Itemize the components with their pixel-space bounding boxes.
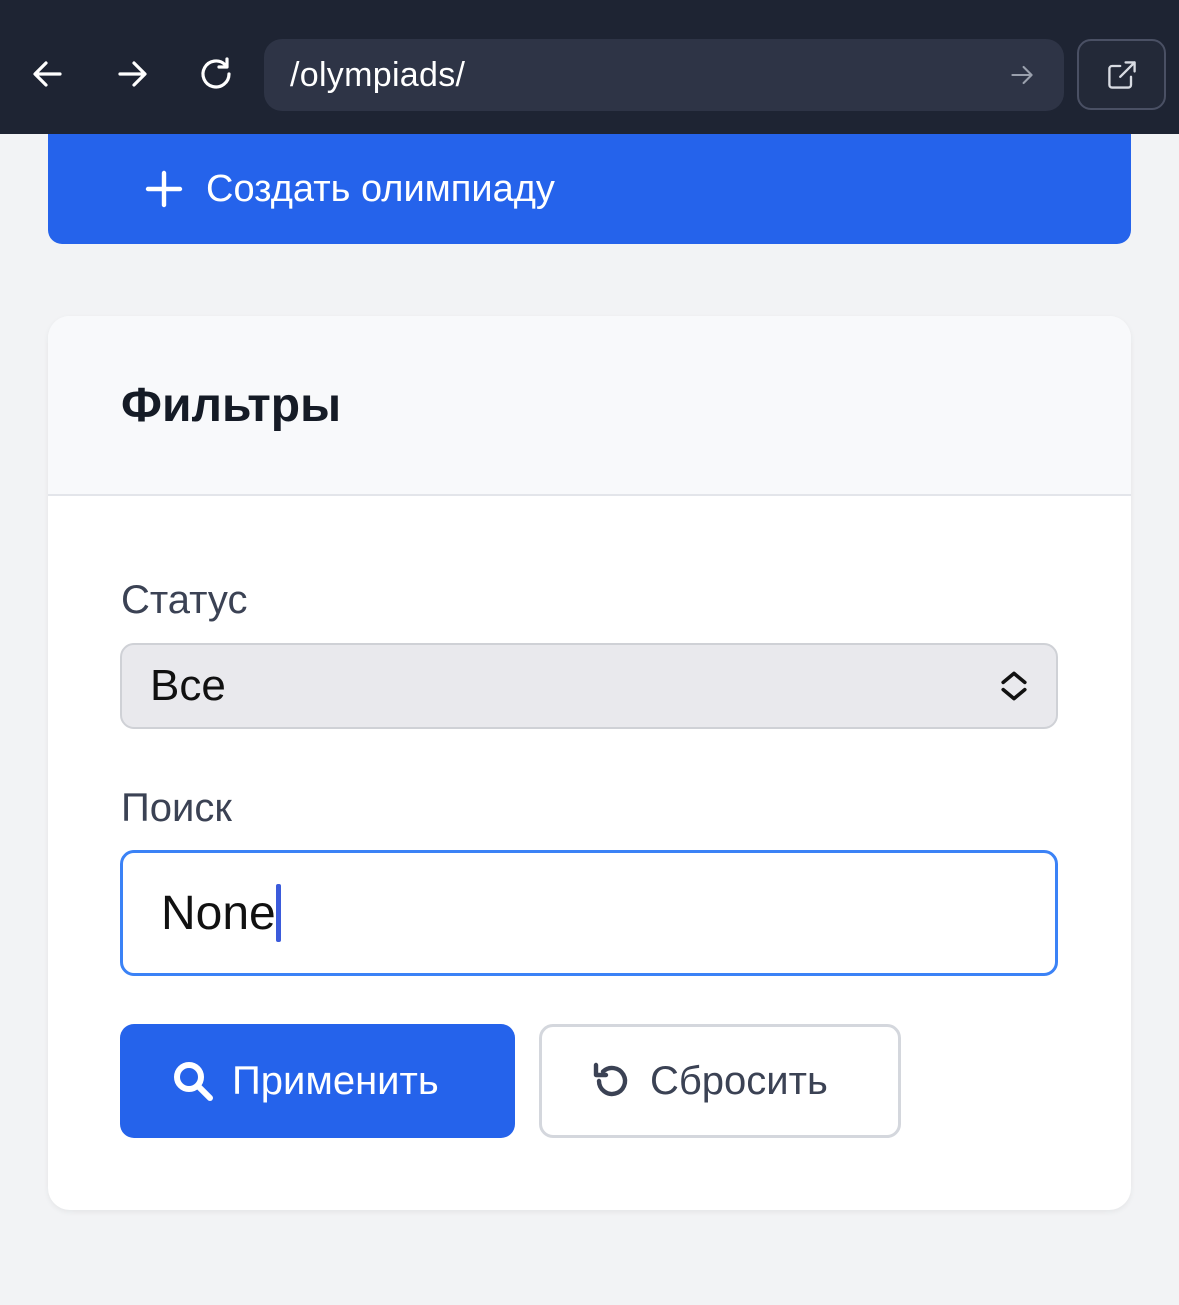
apply-button[interactable]: Применить <box>120 1024 515 1138</box>
reload-button[interactable] <box>186 44 246 104</box>
create-olympiad-button[interactable]: Создать олимпиаду <box>48 134 1131 244</box>
search-icon <box>170 1058 216 1104</box>
status-select[interactable]: Все <box>120 643 1058 729</box>
url-go-arrow-icon[interactable] <box>1002 55 1042 95</box>
filters-header: Фильтры <box>48 316 1131 496</box>
url-text: /olympiads/ <box>290 55 466 94</box>
chevron-up-down-icon <box>994 666 1034 706</box>
reload-icon <box>201 57 231 89</box>
status-select-value: Все <box>150 661 226 710</box>
apply-button-label: Применить <box>232 1058 439 1103</box>
create-olympiad-label: Создать олимпиаду <box>206 167 555 210</box>
filters-card: Фильтры Статус Все Поиск None Применить <box>48 316 1131 1210</box>
external-link-icon <box>1107 60 1136 89</box>
arrow-right-icon <box>118 61 147 87</box>
search-input-value: None <box>161 886 276 940</box>
status-label: Статус <box>121 578 248 622</box>
back-button[interactable] <box>18 44 78 104</box>
open-external-button[interactable] <box>1077 39 1166 110</box>
undo-icon <box>590 1060 632 1102</box>
filters-title: Фильтры <box>121 378 342 432</box>
browser-toolbar: /olympiads/ <box>0 0 1179 134</box>
arrow-left-icon <box>33 61 62 87</box>
search-label: Поиск <box>121 786 232 830</box>
reset-button-label: Сбросить <box>650 1058 828 1103</box>
address-bar[interactable]: /olympiads/ <box>264 39 1064 111</box>
forward-button[interactable] <box>102 44 162 104</box>
reset-button[interactable]: Сбросить <box>539 1024 901 1138</box>
plus-icon <box>144 169 184 209</box>
search-input[interactable]: None <box>120 850 1058 976</box>
text-caret <box>275 884 281 942</box>
